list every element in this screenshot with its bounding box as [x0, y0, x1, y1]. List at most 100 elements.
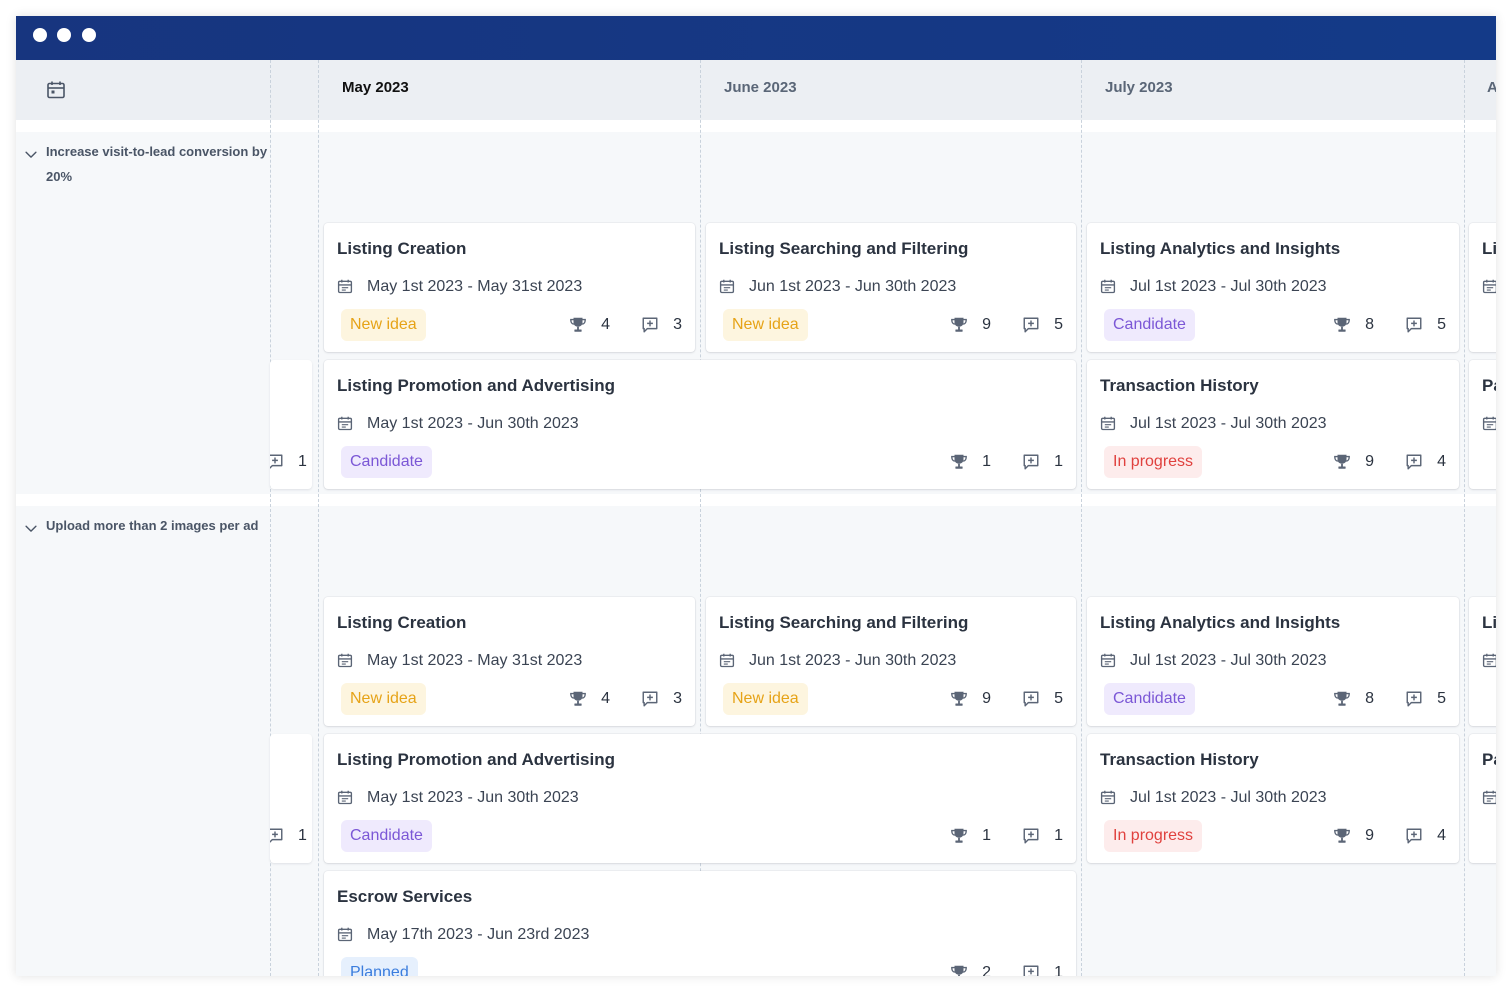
group-label[interactable]: Increase visit-to-lead conversion by 20% — [25, 139, 271, 189]
card-title: Listing Searching and Filtering — [719, 239, 969, 258]
vote-count-value: 4 — [601, 316, 610, 333]
calendar-icon — [1100, 653, 1116, 668]
card-title: Pa — [1482, 376, 1496, 395]
trophy-icon — [951, 828, 967, 843]
calendar-icon — [1482, 278, 1496, 295]
vote-count-value: 9 — [982, 316, 991, 333]
card-stub[interactable]: 1 — [270, 734, 312, 863]
status-badge[interactable]: New idea — [723, 309, 808, 341]
window-dot-close[interactable] — [33, 28, 47, 42]
calendar-icon — [337, 652, 353, 669]
status-badge[interactable]: In progress — [1104, 446, 1203, 478]
calendar-icon — [719, 652, 735, 669]
vote-count-value: 9 — [1365, 827, 1374, 844]
calendar-icon — [337, 415, 353, 432]
feature-card-cut[interactable]: Li — [1469, 597, 1496, 726]
calendar-icon — [1100, 790, 1116, 805]
feature-card[interactable]: Listing Promotion and Advertising May 1st… — [324, 734, 1076, 863]
calendar-icon — [719, 653, 735, 668]
comment-count: 1 — [270, 826, 307, 846]
feature-card[interactable]: Listing Searching and Filtering Jun 1st 2… — [706, 223, 1076, 352]
comment-count[interactable]: 5 — [1022, 689, 1063, 709]
card-date-range: May 1st 2023 - Jun 30th 2023 — [367, 415, 579, 432]
feature-card-cut[interactable]: Pa — [1469, 360, 1496, 489]
card-title: Transaction History — [1100, 750, 1259, 769]
comment-count[interactable]: 4 — [1405, 826, 1446, 846]
comment-icon — [1406, 828, 1422, 844]
feature-card-cut[interactable]: Li — [1469, 223, 1496, 352]
comment-count-value: 1 — [1054, 453, 1063, 470]
group-title: Upload more than 2 images per ad — [46, 518, 259, 533]
calendar-icon — [1100, 279, 1116, 294]
feature-card[interactable]: Transaction History Jul 1st 2023 - Jul 30… — [1087, 734, 1459, 863]
comment-count[interactable]: 5 — [1405, 689, 1446, 709]
status-badge[interactable]: Candidate — [1104, 683, 1195, 715]
group-separator — [16, 120, 1496, 132]
calendar-icon — [1482, 279, 1496, 294]
calendar-icon — [337, 927, 353, 942]
window-dot-maximize[interactable] — [82, 28, 96, 42]
status-badge[interactable]: Planned — [341, 957, 418, 976]
comment-count[interactable]: 1 — [1022, 826, 1063, 846]
vote-count-value: 8 — [1365, 690, 1374, 707]
trophy-icon — [1334, 828, 1350, 843]
comment-count[interactable]: 3 — [641, 315, 682, 335]
month-label-august: A — [1487, 79, 1496, 96]
comment-count[interactable]: 5 — [1022, 315, 1063, 335]
comment-count[interactable]: 3 — [641, 689, 682, 709]
trophy-icon — [1334, 317, 1350, 332]
calendar-icon[interactable] — [46, 80, 66, 100]
comment-count-value: 5 — [1054, 690, 1063, 707]
feature-card[interactable]: Escrow Services May 17th 2023 - Jun 23rd … — [324, 871, 1076, 976]
comment-icon — [1023, 317, 1039, 333]
comment-icon — [1023, 965, 1039, 976]
card-title: Listing Promotion and Advertising — [337, 750, 615, 769]
feature-card[interactable]: Listing Searching and Filtering Jun 1st 2… — [706, 597, 1076, 726]
card-stub[interactable]: 1 — [270, 360, 312, 489]
status-badge[interactable]: New idea — [341, 683, 426, 715]
vote-count-value: 1 — [982, 453, 991, 470]
status-badge[interactable]: Candidate — [1104, 309, 1195, 341]
comment-count: 1 — [270, 452, 307, 472]
vote-count: 1 — [950, 452, 991, 472]
comment-icon — [1406, 317, 1422, 333]
feature-card-cut[interactable]: Pa — [1469, 734, 1496, 863]
calendar-icon — [337, 790, 353, 805]
comment-count[interactable]: 4 — [1405, 452, 1446, 472]
trophy-icon — [951, 965, 967, 976]
status-badge[interactable]: In progress — [1104, 820, 1203, 852]
card-date-range: Jun 1st 2023 - Jun 30th 2023 — [749, 278, 957, 295]
group-label[interactable]: Upload more than 2 images per ad — [25, 513, 271, 538]
comment-count-value: 4 — [1437, 453, 1446, 470]
status-badge[interactable]: Candidate — [341, 446, 432, 478]
comment-count[interactable]: 1 — [1022, 963, 1063, 976]
comment-count-value: 5 — [1054, 316, 1063, 333]
comment-count-value: 3 — [673, 690, 682, 707]
group-title: Increase visit-to-lead conversion by 20% — [46, 144, 268, 184]
timeline-gridline — [318, 60, 319, 976]
feature-card[interactable]: Listing Creation May 1st 2023 - May 31st … — [324, 223, 695, 352]
feature-card[interactable]: Listing Analytics and Insights Jul 1st 20… — [1087, 223, 1459, 352]
feature-card[interactable]: Listing Creation May 1st 2023 - May 31st … — [324, 597, 695, 726]
comment-count[interactable]: 5 — [1405, 315, 1446, 335]
calendar-icon — [337, 278, 353, 295]
feature-card[interactable]: Transaction History Jul 1st 2023 - Jul 30… — [1087, 360, 1459, 489]
month-label-july: July 2023 — [1105, 79, 1173, 96]
comment-count[interactable]: 1 — [1022, 452, 1063, 472]
window-dot-minimize[interactable] — [57, 28, 71, 42]
calendar-icon — [719, 278, 735, 295]
calendar-icon — [337, 416, 353, 431]
status-badge[interactable]: Candidate — [341, 820, 432, 852]
trophy-icon — [951, 317, 967, 332]
vote-count: 9 — [950, 689, 991, 709]
calendar-icon — [337, 789, 353, 806]
status-badge[interactable]: New idea — [723, 683, 808, 715]
card-title: Listing Analytics and Insights — [1100, 613, 1341, 632]
comment-icon — [642, 317, 658, 333]
chevron-down-icon[interactable] — [24, 519, 38, 533]
feature-card[interactable]: Listing Promotion and Advertising May 1st… — [324, 360, 1076, 489]
status-badge[interactable]: New idea — [341, 309, 426, 341]
feature-card[interactable]: Listing Analytics and Insights Jul 1st 20… — [1087, 597, 1459, 726]
calendar-icon — [1100, 415, 1116, 432]
chevron-down-icon[interactable] — [24, 145, 38, 159]
